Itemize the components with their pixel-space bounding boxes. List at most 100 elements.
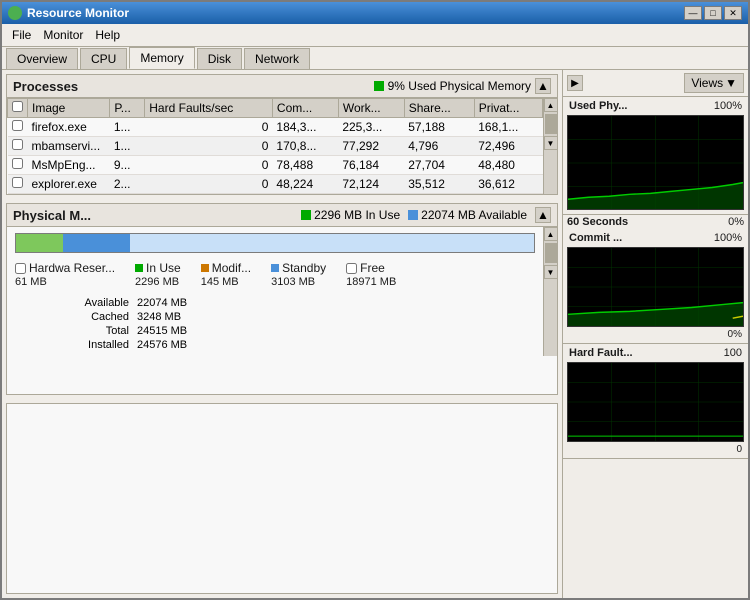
used-physical-label-row: Used Phy... 100% xyxy=(565,99,746,113)
col-image[interactable]: Image xyxy=(28,99,110,118)
left-panel: Processes 9% Used Physical Memory ▲ xyxy=(2,70,563,598)
processes-wrapper: Image P... Hard Faults/sec Com... Work..… xyxy=(7,98,557,194)
row-checkbox[interactable] xyxy=(12,120,23,131)
in-use-color xyxy=(135,264,143,272)
scroll-up-arrow[interactable]: ▲ xyxy=(544,98,558,112)
row-hard-faults: 0 xyxy=(145,118,273,137)
tab-network[interactable]: Network xyxy=(244,48,310,69)
time-label-row: 60 Seconds 0% xyxy=(563,215,748,229)
close-button[interactable]: ✕ xyxy=(724,6,742,20)
views-label: Views xyxy=(691,76,723,90)
installed-detail-label: Installed xyxy=(67,338,137,352)
hardware-checkbox[interactable] xyxy=(15,263,26,274)
table-header-row: Image P... Hard Faults/sec Com... Work..… xyxy=(8,99,543,118)
tab-memory[interactable]: Memory xyxy=(129,47,194,69)
menu-help[interactable]: Help xyxy=(89,26,126,44)
col-private[interactable]: Privat... xyxy=(474,99,542,118)
in-use-value: 2296 MB xyxy=(135,276,181,288)
scroll-thumb[interactable] xyxy=(545,114,557,134)
table-row[interactable]: mbamservi... 1... 0 170,8... 77,292 4,79… xyxy=(8,137,543,156)
physical-memory-wrapper: Hardwa Reser... 61 MB In Use 2296 MB xyxy=(7,227,557,356)
menu-file[interactable]: File xyxy=(6,26,37,44)
row-checkbox-cell xyxy=(8,156,28,175)
views-button[interactable]: Views ▼ xyxy=(684,73,744,93)
right-panel-arrow[interactable]: ▶ xyxy=(567,75,583,91)
title-bar: Resource Monitor — □ ✕ xyxy=(2,2,748,24)
scroll-down-arrow[interactable]: ▼ xyxy=(544,136,558,150)
memory-details: Available 22074 MB Cached 3248 MB Total … xyxy=(7,292,543,356)
right-toolbar: ▶ Views ▼ xyxy=(563,70,748,97)
hard-fault-chart-section: Hard Fault... 100 0 xyxy=(563,344,748,459)
row-working: 72,124 xyxy=(338,175,404,194)
bottom-empty-section xyxy=(6,403,558,595)
mem-col-modified: Modif... 145 MB xyxy=(201,261,251,288)
select-all-checkbox[interactable] xyxy=(12,101,23,112)
row-working: 76,184 xyxy=(338,156,404,175)
row-shareable: 27,704 xyxy=(404,156,474,175)
processes-header-info: 9% Used Physical Memory xyxy=(388,79,531,93)
hard-fault-label: Hard Fault... xyxy=(569,347,633,359)
menu-monitor[interactable]: Monitor xyxy=(37,26,89,44)
col-shareable[interactable]: Share... xyxy=(404,99,474,118)
used-physical-svg xyxy=(568,116,743,209)
row-image: MsMpEng... xyxy=(28,156,110,175)
free-value: 18971 MB xyxy=(346,276,396,288)
row-image: explorer.exe xyxy=(28,175,110,194)
used-physical-label: Used Phy... xyxy=(569,100,627,112)
row-commit: 78,488 xyxy=(272,156,338,175)
table-row[interactable]: MsMpEng... 9... 0 78,488 76,184 27,704 4… xyxy=(8,156,543,175)
installed-detail-value: 24576 MB xyxy=(137,338,195,352)
col-checkbox xyxy=(8,99,28,118)
hard-fault-bottom-value: 0 xyxy=(565,444,746,456)
tab-disk[interactable]: Disk xyxy=(197,48,242,69)
mem-scroll-down[interactable]: ▼ xyxy=(544,265,558,279)
memory-collapse[interactable]: ▲ xyxy=(535,207,551,223)
physical-memory-title: Physical M... xyxy=(13,208,91,223)
row-checkbox[interactable] xyxy=(12,177,23,188)
detail-row-installed: Installed 24576 MB xyxy=(67,338,195,352)
table-row[interactable]: explorer.exe 2... 0 48,224 72,124 35,512… xyxy=(8,175,543,194)
standby-label: Standby xyxy=(271,261,326,275)
title-bar-left: Resource Monitor xyxy=(8,6,129,20)
row-private: 72,496 xyxy=(474,137,542,156)
cached-detail-value: 3248 MB xyxy=(137,310,195,324)
col-hard-faults[interactable]: Hard Faults/sec xyxy=(145,99,273,118)
hardware-reserved-value: 61 MB xyxy=(15,276,115,288)
maximize-button[interactable]: □ xyxy=(704,6,722,20)
right-panel: ▶ Views ▼ Used Phy... 100% xyxy=(563,70,748,598)
row-shareable: 57,188 xyxy=(404,118,474,137)
mem-scroll-thumb[interactable] xyxy=(545,243,557,263)
minimize-button[interactable]: — xyxy=(684,6,702,20)
physical-memory-section: Physical M... 2296 MB In Use 22074 MB Av… xyxy=(6,203,558,395)
memory-bar-green xyxy=(16,234,63,252)
row-checkbox[interactable] xyxy=(12,158,23,169)
processes-section: Processes 9% Used Physical Memory ▲ xyxy=(6,74,558,195)
table-row[interactable]: firefox.exe 1... 0 184,3... 225,3... 57,… xyxy=(8,118,543,137)
col-working[interactable]: Work... xyxy=(338,99,404,118)
col-pid[interactable]: P... xyxy=(110,99,145,118)
cached-detail-label: Cached xyxy=(67,310,137,324)
available-detail-value: 22074 MB xyxy=(137,296,195,310)
commit-canvas xyxy=(567,247,744,327)
mem-col-standby: Standby 3103 MB xyxy=(271,261,326,288)
row-checkbox[interactable] xyxy=(12,139,23,150)
memory-bar-container xyxy=(7,227,543,257)
free-checkbox[interactable] xyxy=(346,263,357,274)
row-commit: 184,3... xyxy=(272,118,338,137)
row-private: 48,480 xyxy=(474,156,542,175)
total-detail-label: Total xyxy=(67,324,137,338)
processes-collapse[interactable]: ▲ xyxy=(535,78,551,94)
row-pid: 1... xyxy=(110,118,145,137)
mem-scroll-up[interactable]: ▲ xyxy=(544,227,558,241)
detail-row-cached: Cached 3248 MB xyxy=(67,310,195,324)
views-dropdown-icon: ▼ xyxy=(725,76,737,90)
row-private: 36,612 xyxy=(474,175,542,194)
tab-overview[interactable]: Overview xyxy=(6,48,78,69)
commit-chart-section: Commit ... 100% xyxy=(563,229,748,344)
available-indicator xyxy=(408,210,418,220)
tab-cpu[interactable]: CPU xyxy=(80,48,127,69)
row-image: mbamservi... xyxy=(28,137,110,156)
processes-title: Processes xyxy=(13,79,78,94)
col-commit[interactable]: Com... xyxy=(272,99,338,118)
in-use-label: 2296 MB In Use xyxy=(314,208,400,222)
